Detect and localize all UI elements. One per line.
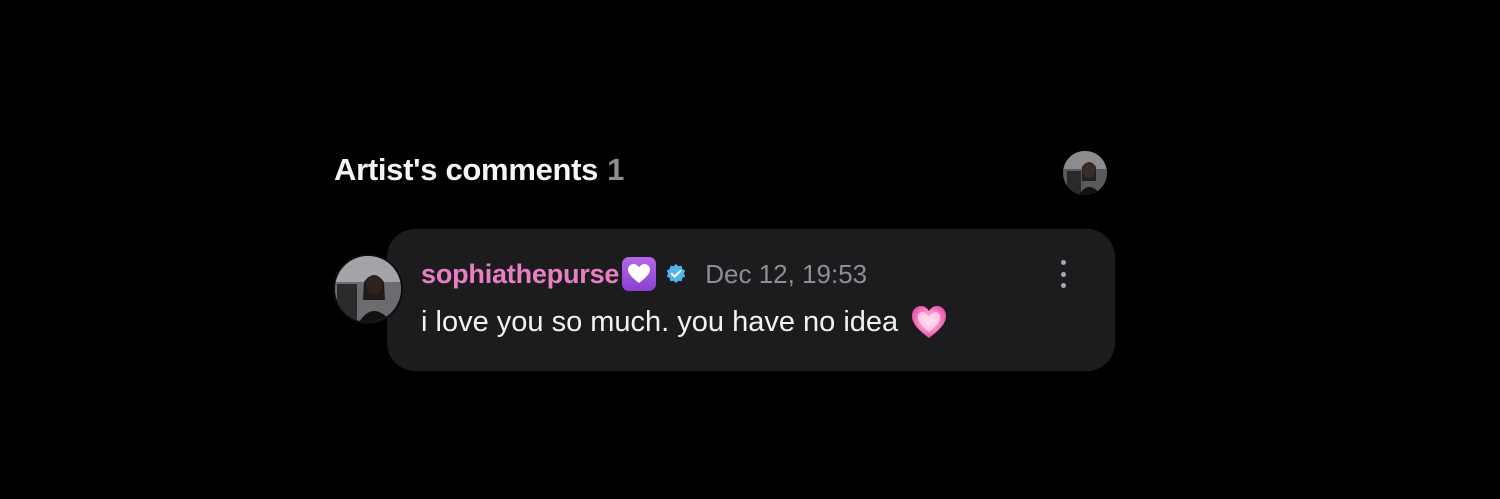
comment-body: i love you so much. you have no idea bbox=[421, 304, 948, 340]
more-dot bbox=[1060, 260, 1066, 265]
more-options-button[interactable] bbox=[1052, 258, 1074, 290]
commenter-avatar[interactable] bbox=[333, 254, 403, 324]
section-header: Artist's comments 1 bbox=[334, 152, 624, 188]
more-dot bbox=[1060, 271, 1066, 277]
section-title: Artist's comments bbox=[334, 152, 599, 187]
comment-count: 1 bbox=[607, 152, 625, 187]
avatar-photo-icon bbox=[1063, 151, 1107, 195]
comment-timestamp: Dec 12, 19:53 bbox=[705, 258, 868, 289]
verified-badge-icon bbox=[667, 264, 686, 283]
pink-heart-icon bbox=[912, 306, 947, 338]
comment-text: i love you so much. you have no idea bbox=[421, 305, 899, 338]
avatar-photo-icon bbox=[335, 256, 401, 322]
current-user-avatar[interactable] bbox=[1063, 151, 1107, 195]
more-dot bbox=[1060, 283, 1066, 288]
username-link[interactable]: sophiathepurse bbox=[421, 259, 619, 290]
purple-heart-badge-icon bbox=[622, 257, 657, 291]
comment-meta: sophiathepurse Dec 12, 19:53 bbox=[421, 255, 867, 293]
artist-comments-screen: Artist's comments 1 sophiathepurse Dec 1… bbox=[0, 0, 1500, 499]
comment-card bbox=[387, 229, 1115, 371]
